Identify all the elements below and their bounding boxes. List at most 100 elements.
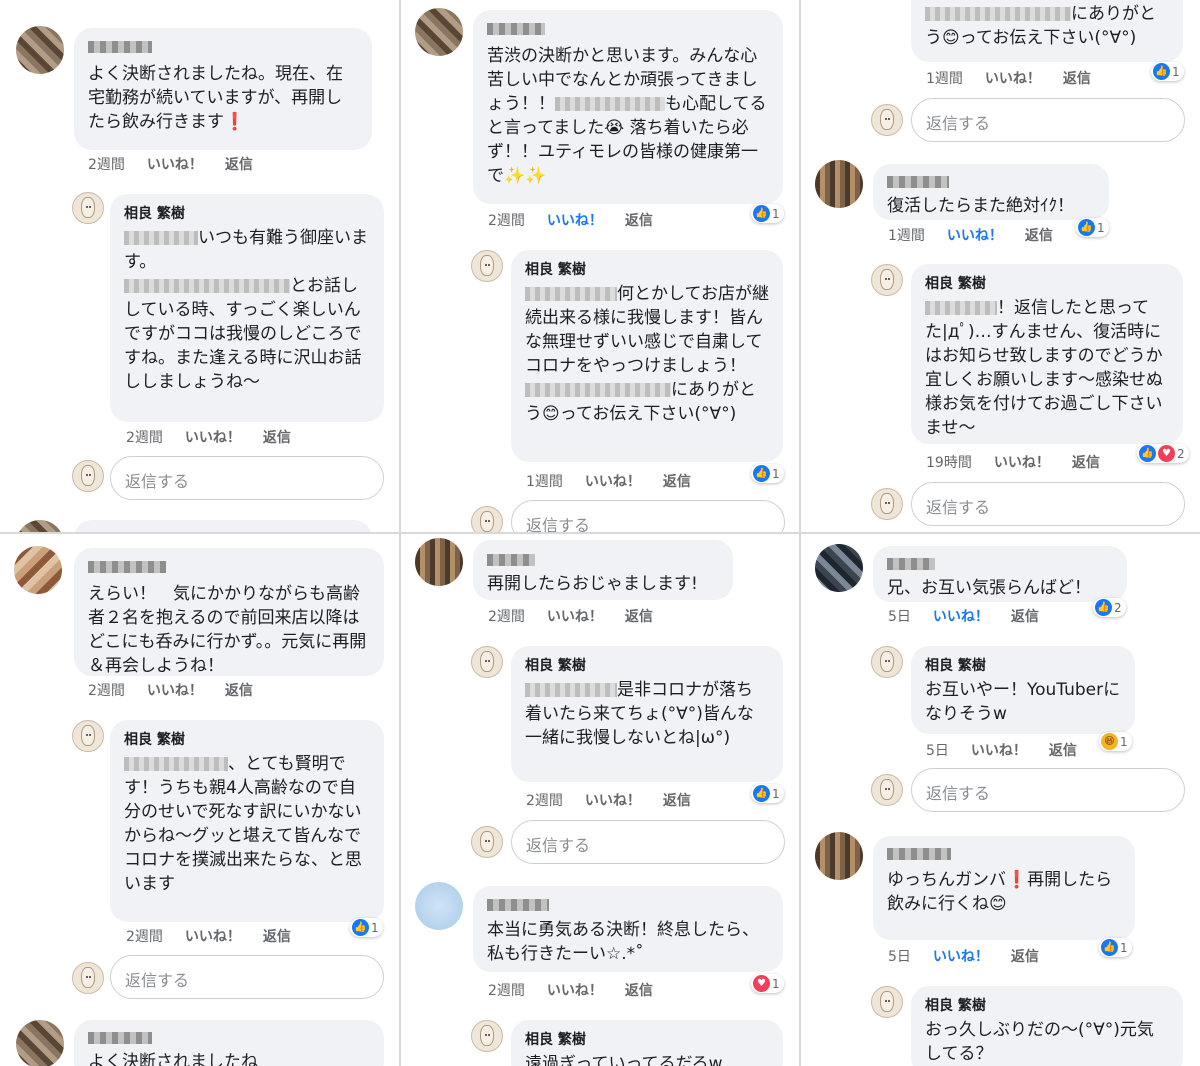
reply-input[interactable]: 返信する bbox=[911, 98, 1185, 142]
avatar[interactable] bbox=[471, 646, 503, 678]
comment-actions: 5日 いいね！ 返信 bbox=[926, 740, 1099, 760]
reply-button[interactable]: 返信 bbox=[625, 213, 653, 229]
commenter-name[interactable]: 相良 繁樹 bbox=[925, 996, 1169, 1016]
reply-button[interactable]: 返信 bbox=[225, 157, 253, 173]
like-button[interactable]: いいね！ bbox=[147, 683, 203, 699]
like-reaction-icon: 👍 bbox=[753, 465, 770, 482]
avatar[interactable] bbox=[16, 520, 64, 532]
redacted-name[interactable] bbox=[487, 899, 549, 911]
commenter-name[interactable]: 相良 繁樹 bbox=[525, 260, 769, 280]
commenter-name[interactable]: 相良 繁樹 bbox=[925, 274, 1169, 294]
avatar[interactable] bbox=[16, 1020, 64, 1066]
commenter-name[interactable]: 相良 繁樹 bbox=[525, 656, 769, 676]
commenter-name[interactable]: 相良 繁樹 bbox=[124, 204, 370, 224]
avatar[interactable] bbox=[471, 250, 503, 282]
comment-text: とお話ししている時、すっごく楽しいんですがココは我慢のしどころですね。また逢える… bbox=[124, 276, 362, 392]
comment-text: 兄、お互い気張らんばど！ bbox=[887, 578, 1091, 598]
reply-button[interactable]: 返信 bbox=[263, 929, 291, 945]
like-button[interactable]: いいね！ bbox=[947, 228, 1003, 244]
comment-text: 復活したらまた絶対ｲｸ！ bbox=[887, 196, 1074, 216]
reaction-count[interactable]: ♥ 1 bbox=[751, 974, 784, 993]
reply-input[interactable]: 返信する bbox=[911, 768, 1185, 812]
reply-input[interactable]: 返信する bbox=[511, 820, 785, 864]
redacted-name[interactable] bbox=[487, 554, 535, 566]
reply-button[interactable]: 返信 bbox=[625, 609, 653, 625]
reply-button[interactable]: 返信 bbox=[1063, 71, 1091, 87]
avatar[interactable] bbox=[471, 1020, 503, 1052]
avatar[interactable] bbox=[815, 544, 863, 592]
reply-button[interactable]: 返信 bbox=[1011, 609, 1039, 625]
avatar[interactable] bbox=[871, 646, 903, 678]
reaction-count[interactable]: 👍 1 bbox=[751, 464, 784, 483]
reaction-count[interactable]: 👍 1 bbox=[751, 784, 784, 803]
reaction-count[interactable]: 👍 1 bbox=[1099, 938, 1132, 957]
like-button[interactable]: いいね！ bbox=[547, 609, 603, 625]
avatar[interactable] bbox=[871, 986, 903, 1018]
reply-button[interactable]: 返信 bbox=[663, 474, 691, 490]
reply-button[interactable]: 返信 bbox=[1011, 949, 1039, 965]
reply-button[interactable]: 返信 bbox=[1049, 743, 1077, 759]
reaction-count[interactable]: 👍 1 bbox=[1151, 62, 1184, 81]
like-button[interactable]: いいね！ bbox=[147, 157, 203, 173]
like-button[interactable]: いいね！ bbox=[547, 983, 603, 999]
avatar[interactable] bbox=[415, 538, 463, 586]
avatar[interactable] bbox=[72, 720, 104, 752]
avatar bbox=[72, 460, 104, 492]
reaction-number: 1 bbox=[772, 206, 780, 221]
like-button[interactable]: いいね！ bbox=[933, 609, 989, 625]
reply-button[interactable]: 返信 bbox=[263, 430, 291, 446]
reaction-count[interactable]: 👍 1 bbox=[1076, 218, 1109, 237]
like-button[interactable]: いいね！ bbox=[585, 793, 641, 809]
reply-button[interactable]: 返信 bbox=[663, 793, 691, 809]
redacted-name[interactable] bbox=[88, 1032, 152, 1044]
reaction-count[interactable]: 👍 ♥ 2 bbox=[1137, 444, 1189, 463]
comment-bubble: 復活したらまた絶対ｲｸ！ bbox=[873, 164, 1109, 220]
redacted-mention bbox=[925, 301, 997, 315]
reply-input[interactable]: 返信する bbox=[110, 456, 384, 500]
like-reaction-icon: 👍 bbox=[1139, 445, 1156, 462]
commenter-name[interactable]: 相良 繁樹 bbox=[925, 656, 1121, 676]
redacted-name[interactable] bbox=[887, 558, 935, 570]
like-button[interactable]: いいね！ bbox=[933, 949, 989, 965]
redacted-mention bbox=[925, 7, 1071, 21]
redacted-name[interactable] bbox=[887, 176, 949, 188]
comment-actions: 1週間 いいね！ 返信 bbox=[926, 68, 1113, 88]
reply-button[interactable]: 返信 bbox=[625, 983, 653, 999]
like-button[interactable]: いいね！ bbox=[585, 474, 641, 490]
redacted-name[interactable] bbox=[887, 848, 951, 860]
redacted-name[interactable] bbox=[88, 41, 152, 53]
reply-input[interactable]: 返信する bbox=[110, 955, 384, 999]
comment-bubble: 相良 繁樹 お互いやー！YouTuberになりそうw bbox=[911, 646, 1135, 734]
like-button[interactable]: いいね！ bbox=[994, 455, 1050, 471]
reply-button[interactable]: 返信 bbox=[225, 683, 253, 699]
reaction-count[interactable]: 👍 1 bbox=[751, 204, 784, 223]
comment-time: 2週間 bbox=[526, 793, 563, 809]
reply-input[interactable]: 返信する bbox=[511, 500, 785, 532]
like-button[interactable]: いいね！ bbox=[985, 71, 1041, 87]
reaction-count[interactable]: 😆 1 bbox=[1099, 732, 1132, 751]
avatar[interactable] bbox=[72, 192, 104, 224]
reply-input[interactable]: 返信する bbox=[911, 482, 1185, 526]
commenter-name[interactable]: 相良 繁樹 bbox=[124, 730, 370, 750]
like-button[interactable]: いいね！ bbox=[547, 213, 603, 229]
avatar[interactable] bbox=[415, 8, 463, 56]
avatar[interactable] bbox=[815, 832, 863, 880]
avatar[interactable] bbox=[815, 160, 863, 208]
comment-panel-3: にありがとう😊ってお伝え下さい(°∀°) 👍 1 1週間 いいね！ 返信 返信する 復… bbox=[801, 0, 1200, 532]
reaction-count[interactable]: 👍 2 bbox=[1093, 598, 1126, 617]
commenter-name[interactable]: 相良 繁樹 bbox=[525, 1030, 769, 1050]
avatar[interactable] bbox=[415, 882, 463, 930]
avatar[interactable] bbox=[871, 264, 903, 296]
like-button[interactable]: いいね！ bbox=[971, 743, 1027, 759]
reply-button[interactable]: 返信 bbox=[1025, 228, 1053, 244]
like-button[interactable]: いいね！ bbox=[185, 430, 241, 446]
reaction-count[interactable]: 👍 1 bbox=[350, 918, 383, 937]
reply-button[interactable]: 返信 bbox=[1072, 455, 1100, 471]
redacted-name[interactable] bbox=[487, 23, 545, 35]
like-button[interactable]: いいね！ bbox=[185, 929, 241, 945]
comment-actions: 5日 いいね！ 返信 bbox=[888, 606, 1061, 626]
avatar[interactable] bbox=[16, 26, 64, 74]
redacted-name[interactable] bbox=[88, 561, 166, 573]
reaction-number: 1 bbox=[1120, 734, 1128, 749]
avatar[interactable] bbox=[14, 546, 62, 594]
